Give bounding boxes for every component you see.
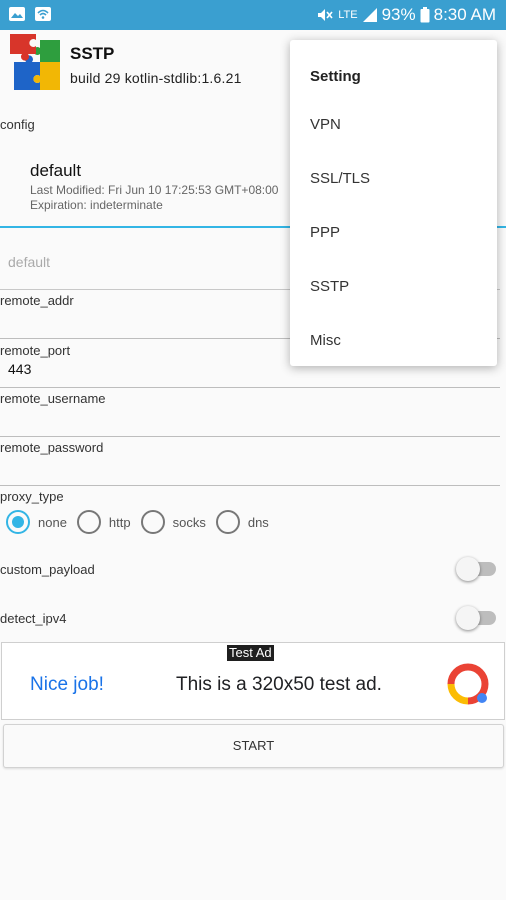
custom-payload-switch[interactable]	[456, 557, 500, 581]
remote-port-underline	[0, 387, 500, 388]
config-expiration: Expiration: indeterminate	[30, 198, 163, 212]
battery-icon	[420, 7, 430, 23]
spinner-value: default	[8, 254, 51, 270]
radio-none-label: none	[38, 514, 67, 530]
remote-password-underline	[0, 485, 500, 486]
battery-percent: 93%	[381, 5, 416, 24]
remote-username-label: remote_username	[0, 391, 106, 406]
radio-http[interactable]	[76, 510, 101, 534]
ad-nice-job-text: Nice job!	[30, 674, 104, 695]
remote-username-underline	[0, 436, 500, 437]
radio-dns[interactable]	[215, 510, 240, 534]
proxy-type-radio-group: none http socks dns	[6, 510, 279, 534]
test-ad-badge: Test Ad	[227, 645, 274, 661]
remote-port-input[interactable]: 443	[8, 361, 31, 377]
signal-icon	[362, 8, 377, 22]
detect-ipv4-switch[interactable]	[456, 606, 500, 630]
menu-item-sstp[interactable]: SSTP	[310, 278, 349, 295]
switch-thumb	[456, 557, 480, 581]
config-section-label: config	[0, 117, 35, 132]
mute-icon	[318, 9, 333, 21]
radio-socks[interactable]	[140, 510, 165, 534]
menu-item-vpn[interactable]: VPN	[310, 116, 341, 133]
radio-none[interactable]	[6, 510, 30, 534]
detect-ipv4-label: detect_ipv4	[0, 611, 67, 626]
menu-item-misc[interactable]: Misc	[310, 332, 341, 349]
settings-menu: Setting VPN SSL/TLS PPP SSTP Misc	[290, 40, 497, 366]
custom-payload-label: custom_payload	[0, 562, 95, 577]
clock: 8:30 AM	[433, 5, 496, 24]
radio-socks-label: socks	[172, 514, 206, 530]
start-button[interactable]: START	[3, 724, 504, 768]
config-last-modified: Last Modified: Fri Jun 10 17:25:53 GMT+0…	[30, 183, 279, 197]
wifi-box-icon	[35, 7, 51, 21]
switch-thumb	[456, 606, 480, 630]
app-logo-puzzle-icon	[10, 34, 60, 90]
app-title: SSTP	[70, 44, 115, 63]
config-name: default	[30, 161, 82, 180]
status-bar: LTE 93% 8:30 AM	[0, 0, 506, 30]
remote-port-label: remote_port	[0, 343, 71, 358]
menu-item-ppp[interactable]: PPP	[310, 224, 340, 241]
proxy-type-label: proxy_type	[0, 489, 64, 504]
app-build-info: build 29 kotlin-stdlib:1.6.21	[70, 70, 242, 86]
radio-http-label: http	[108, 514, 131, 530]
signal-type: LTE	[338, 9, 358, 21]
ad-logo-icon	[447, 663, 489, 705]
menu-title: Setting	[310, 68, 361, 85]
image-icon	[9, 7, 25, 21]
remote-password-label: remote_password	[0, 440, 104, 455]
radio-dns-label: dns	[247, 514, 269, 530]
ad-main-text: This is a 320x50 test ad.	[176, 674, 382, 695]
remote-addr-label: remote_addr	[0, 293, 74, 308]
menu-item-ssl-tls[interactable]: SSL/TLS	[310, 170, 370, 187]
